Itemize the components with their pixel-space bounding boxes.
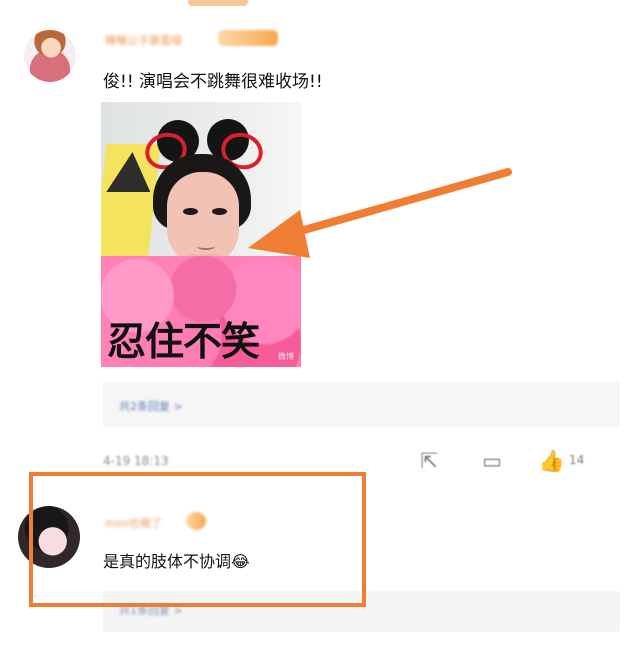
user-badge	[218, 30, 278, 46]
forward-icon[interactable]: ⇱	[415, 449, 443, 473]
meme-caption: 忍住不笑	[107, 320, 260, 365]
like-icon[interactable]: 👍	[538, 449, 566, 473]
meme-mouth	[197, 243, 215, 250]
right-eye	[212, 208, 227, 215]
first-commenter-name[interactable]: 睡睡公子暴富喵	[105, 32, 182, 48]
orange-annotation-arrow	[248, 168, 512, 258]
like-count: 14	[569, 453, 585, 467]
orange-highlight-box	[29, 472, 366, 607]
first-reply-box[interactable]: 共2条回复 >	[103, 382, 620, 427]
first-commenter-avatar[interactable]	[24, 30, 76, 82]
image-watermark: 微博	[278, 352, 294, 361]
meme-face	[167, 172, 239, 266]
comment-time: 4-19 18:13	[103, 454, 169, 468]
top-banner-remnant	[188, 0, 248, 6]
comment-icon[interactable]: ▭	[478, 449, 506, 473]
first-comment-text: 俊!! 演唱会不跳舞很难收场!!	[103, 72, 323, 92]
first-reply-preview[interactable]: 共2条回复 >	[119, 398, 183, 414]
left-eye	[183, 208, 198, 215]
